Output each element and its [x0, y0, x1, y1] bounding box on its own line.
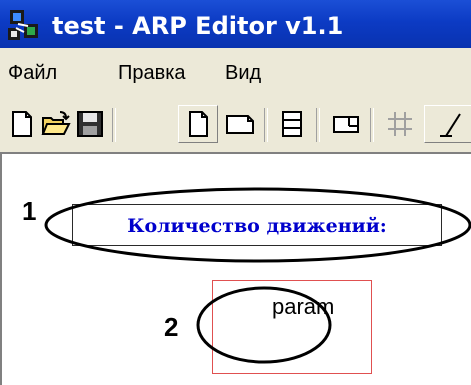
portrait-page-icon: [189, 111, 208, 137]
open-folder-icon: [41, 111, 71, 135]
new-document-icon: [12, 111, 32, 137]
landscape-page-button[interactable]: [224, 108, 256, 140]
grid-button[interactable]: [384, 108, 416, 140]
window-title: test - ARP Editor v1.1: [52, 12, 344, 40]
toolbar-separator: [112, 108, 116, 142]
portrait-page-button[interactable]: [182, 108, 214, 140]
toolbar-separator: [370, 108, 374, 142]
toolbar: [0, 98, 471, 154]
param-element-text: param: [272, 294, 335, 319]
menu-edit[interactable]: Правка: [118, 62, 186, 85]
grid-icon: [388, 112, 412, 136]
horizontal-lines-icon: [282, 111, 302, 137]
callout-number-1: 1: [22, 196, 37, 226]
text-tool-button[interactable]: [434, 108, 466, 140]
landscape-page-icon: [226, 115, 254, 134]
new-document-button[interactable]: [6, 108, 38, 140]
label-element[interactable]: Количество движений:: [72, 204, 442, 246]
horizontal-lines-button[interactable]: [276, 108, 308, 140]
text-tool-icon: [440, 113, 461, 137]
label-element-text: Количество движений:: [127, 215, 387, 237]
open-button[interactable]: [40, 108, 72, 140]
save-disk-icon: [77, 111, 103, 137]
menu-file[interactable]: Файл: [8, 62, 57, 85]
label-frame-button[interactable]: [330, 108, 362, 140]
design-canvas[interactable]: Количество движений: param 1 2: [0, 154, 471, 385]
menu-view[interactable]: Вид: [225, 62, 261, 85]
callout-number-2: 2: [164, 312, 179, 342]
toolbar-separator: [316, 108, 320, 142]
save-button[interactable]: [74, 108, 106, 140]
toolbar-separator: [264, 108, 268, 142]
label-frame-icon: [333, 116, 359, 133]
menu-bar: Файл Правка Вид: [0, 48, 471, 98]
app-icon[interactable]: [4, 6, 44, 46]
title-bar: test - ARP Editor v1.1: [0, 0, 471, 48]
